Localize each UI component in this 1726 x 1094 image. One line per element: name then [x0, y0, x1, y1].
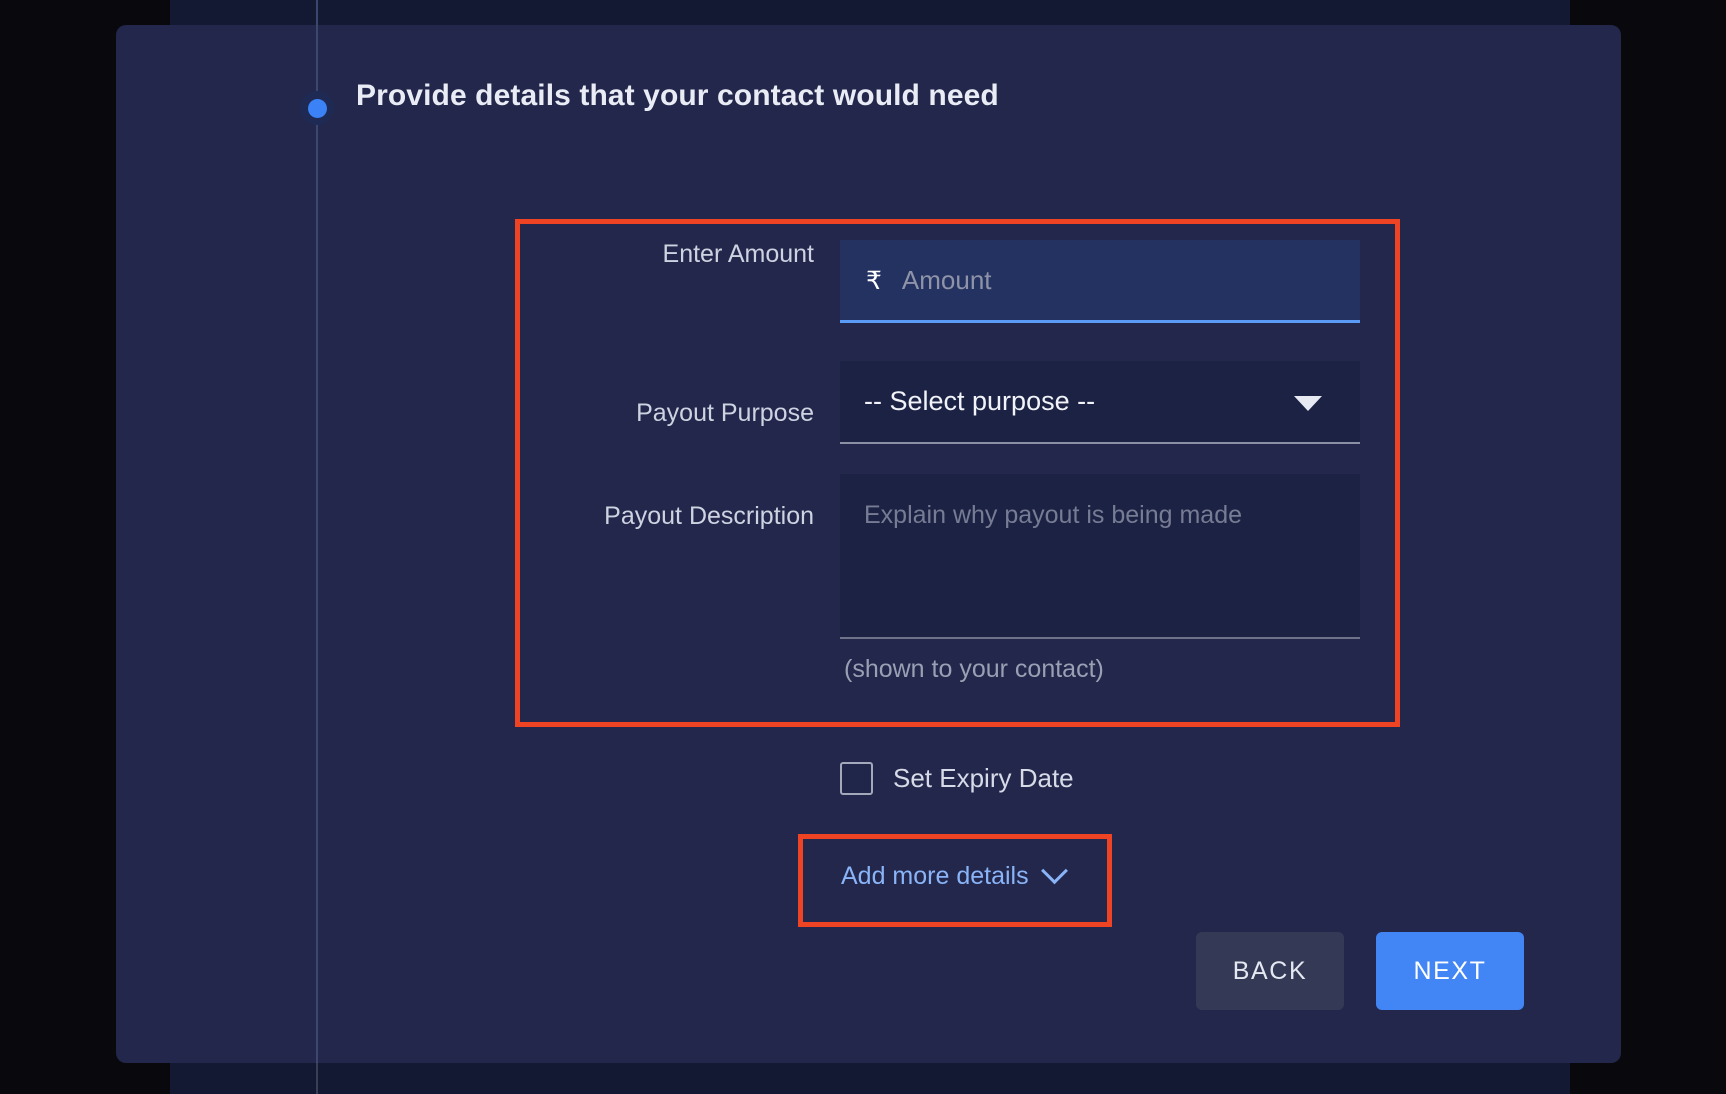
stepper-dot-core [307, 98, 327, 118]
amount-input[interactable] [901, 260, 1360, 300]
chevron-down-icon [1294, 395, 1322, 411]
chevron-down-icon [1040, 857, 1068, 885]
description-label: Payout Description [604, 502, 814, 530]
purpose-select[interactable]: -- Select purpose -- [840, 361, 1360, 444]
stepper-active-dot [300, 91, 334, 125]
screen: Provide details that your contact would … [0, 0, 1726, 1094]
amount-label: Enter Amount [662, 240, 814, 268]
add-more-details-button[interactable]: Add more details [841, 857, 1068, 891]
set-expiry-date-row[interactable]: Set Expiry Date [840, 762, 1074, 795]
amount-input-wrapper[interactable]: ₹ [840, 240, 1360, 323]
purpose-selected-value: -- Select purpose -- [864, 386, 1096, 416]
description-input-wrapper[interactable] [840, 474, 1360, 639]
form-footer-buttons: BACK NEXT [1196, 932, 1524, 1010]
payout-form: Enter Amount ₹ Payout Purpose -- Select … [520, 240, 1360, 684]
purpose-control: -- Select purpose -- [840, 323, 1360, 444]
stepper-rail [316, 0, 318, 1094]
amount-control: ₹ [840, 240, 1360, 323]
set-expiry-date-checkbox[interactable] [840, 762, 873, 795]
add-more-details-label: Add more details [841, 862, 1029, 890]
description-field-row: Payout Description (shown to your contac… [520, 444, 1360, 684]
page-title: Provide details that your contact would … [356, 79, 999, 112]
purpose-label: Payout Purpose [636, 399, 814, 427]
stepper-rail-below [316, 1063, 318, 1094]
description-helper-text: (shown to your contact) [844, 655, 1104, 683]
back-button[interactable]: BACK [1196, 932, 1344, 1010]
description-input[interactable] [840, 474, 1360, 637]
purpose-field-row: Payout Purpose -- Select purpose -- [520, 323, 1360, 444]
amount-field-row: Enter Amount ₹ [520, 240, 1360, 323]
set-expiry-date-label: Set Expiry Date [893, 763, 1074, 793]
next-button[interactable]: NEXT [1376, 932, 1524, 1010]
description-control: (shown to your contact) [840, 444, 1360, 684]
rupee-icon: ₹ [866, 265, 882, 295]
